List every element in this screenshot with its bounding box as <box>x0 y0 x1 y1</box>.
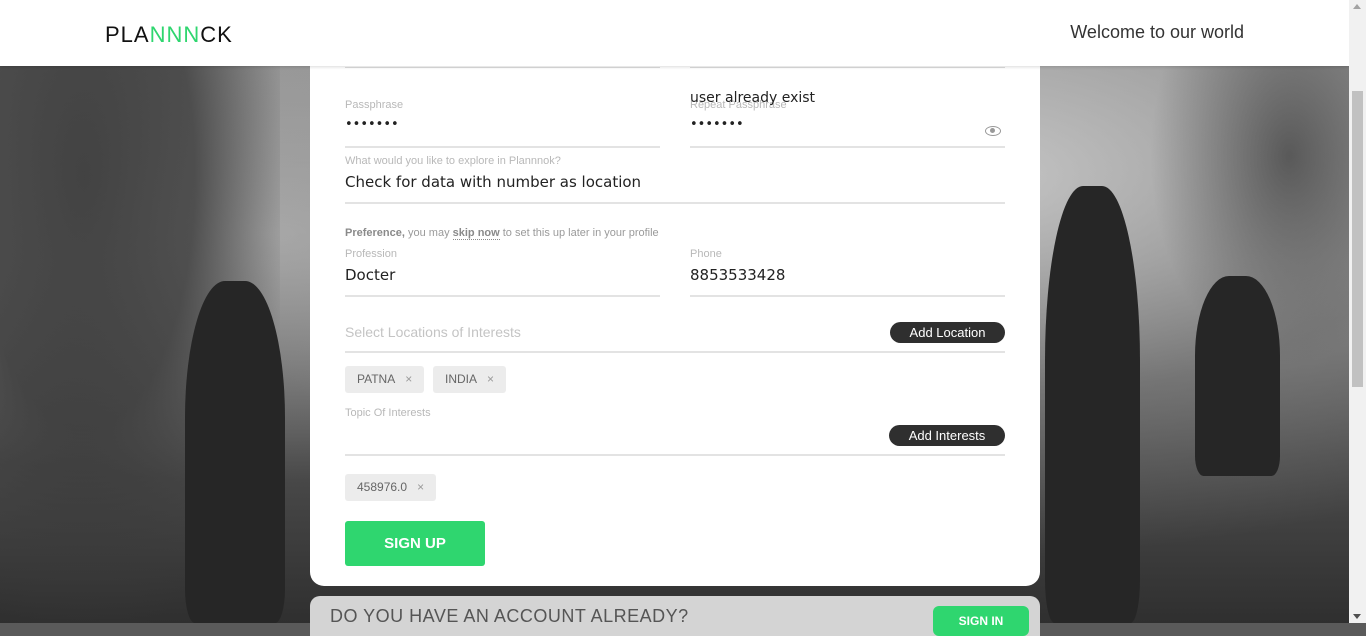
topic-field[interactable]: Topic Of Interests <box>345 407 845 419</box>
sign-in-button[interactable]: SIGN IN <box>933 606 1029 636</box>
profession-underline <box>345 295 660 297</box>
topic-underline <box>345 454 1005 456</box>
repeat-passphrase-underline <box>690 146 1005 148</box>
locations-input[interactable]: Select Locations of Interests <box>345 324 521 340</box>
signup-card: Passphrase ••••••• Repeat Passphrase •••… <box>310 40 1040 586</box>
chip-close-icon[interactable]: × <box>405 372 412 386</box>
passphrase-label: Passphrase <box>345 99 404 111</box>
interest-chip: 458976.0 × <box>345 474 437 501</box>
page-scrollbar[interactable] <box>1349 0 1366 623</box>
passphrase-input[interactable]: ••••••• <box>345 117 660 132</box>
email-field-underline <box>345 67 660 68</box>
passphrase-underline <box>345 146 660 148</box>
preference-text-1: you may <box>404 227 453 239</box>
location-chip-label: INDIA <box>445 372 478 386</box>
repeat-passphrase-input[interactable]: ••••••• <box>690 117 1005 132</box>
profession-field[interactable]: Profession Docter <box>345 248 660 284</box>
location-chip: PATNA × <box>345 366 425 393</box>
add-location-button[interactable]: Add Location <box>890 322 1005 343</box>
background-person-right <box>1045 186 1140 623</box>
add-interests-button[interactable]: Add Interests <box>889 425 1005 446</box>
sign-up-button[interactable]: SIGN UP <box>345 521 485 566</box>
eye-icon[interactable] <box>985 126 1001 136</box>
topic-label: Topic Of Interests <box>345 407 431 419</box>
error-message: user already exist <box>690 90 816 106</box>
scrollbar-thumb[interactable] <box>1352 91 1363 387</box>
welcome-text: Welcome to our world <box>1070 22 1244 42</box>
profession-input[interactable]: Docter <box>345 266 660 284</box>
phone-field[interactable]: Phone 8853533428 <box>690 248 1005 284</box>
phone-underline <box>690 295 1005 297</box>
have-account-bar: DO YOU HAVE AN ACCOUNT ALREADY? SIGN IN <box>310 596 1040 636</box>
plannnok-logo[interactable]: PLANNNCK <box>105 22 233 48</box>
explore-underline <box>345 202 1005 204</box>
location-chip: INDIA × <box>433 366 507 393</box>
scroll-up-icon[interactable] <box>1353 4 1361 9</box>
locations-underline <box>345 351 1005 353</box>
profession-label: Profession <box>345 248 397 260</box>
background-person-left <box>185 281 285 623</box>
chip-close-icon[interactable]: × <box>487 372 494 386</box>
passphrase-field[interactable]: Passphrase ••••••• <box>345 99 660 132</box>
interest-chip-label: 458976.0 <box>357 480 408 494</box>
top-header: PLANNNCK Welcome to our world <box>0 0 1349 66</box>
username-field-underline <box>690 67 1005 68</box>
preference-text-2: to set this up later in your profile <box>499 227 659 239</box>
background-person-far-right <box>1195 276 1280 476</box>
chip-close-icon[interactable]: × <box>417 480 424 494</box>
phone-input[interactable]: 8853533428 <box>690 266 1005 284</box>
have-account-text: DO YOU HAVE AN ACCOUNT ALREADY? <box>330 606 689 626</box>
skip-now-link[interactable]: skip now <box>452 227 500 240</box>
location-chip-label: PATNA <box>357 372 396 386</box>
preference-bold: Preference, <box>345 227 405 239</box>
scroll-down-icon[interactable] <box>1353 614 1361 619</box>
preference-hint: Preference, you may skip now to set this… <box>345 227 659 240</box>
explore-input[interactable]: Check for data with number as location <box>345 173 1005 191</box>
explore-field[interactable]: What would you like to explore in Plannn… <box>345 155 1005 191</box>
explore-label: What would you like to explore in Plannn… <box>345 155 561 167</box>
phone-label: Phone <box>690 248 722 260</box>
